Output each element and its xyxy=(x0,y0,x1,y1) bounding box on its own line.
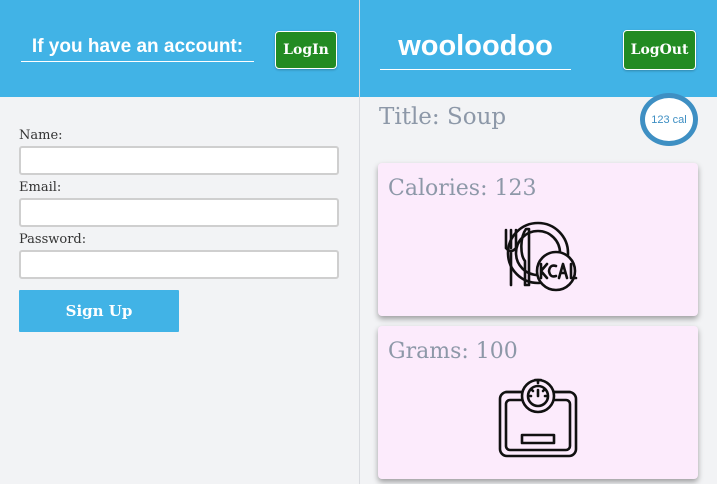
signup-button[interactable]: Sign Up xyxy=(19,290,179,332)
weighing-scale-icon xyxy=(498,378,578,458)
recipe-header: wooloodoo LogOut xyxy=(360,0,717,97)
logout-button[interactable]: LogOut xyxy=(623,30,696,70)
calories-label: Calories: 123 xyxy=(388,176,537,201)
kcal-plate-icon xyxy=(504,221,578,292)
name-field[interactable] xyxy=(19,146,339,175)
recipe-panel: wooloodoo LogOut Title: Soup 123 cal Cal… xyxy=(360,0,717,484)
password-label: Password: xyxy=(19,232,87,247)
signup-panel: If you have an account: LogIn Name: Emai… xyxy=(0,0,359,484)
brand-logo-text: wooloodoo xyxy=(380,26,571,70)
email-field[interactable] xyxy=(19,198,339,227)
signup-form: Name: Email: Password: xyxy=(19,126,339,282)
login-button[interactable]: LogIn xyxy=(275,31,337,69)
signup-header: If you have an account: LogIn xyxy=(0,0,359,97)
email-label: Email: xyxy=(19,180,62,195)
grams-card: Grams: 100 xyxy=(378,326,698,479)
grams-label: Grams: 100 xyxy=(388,339,518,364)
name-label: Name: xyxy=(19,128,63,143)
calories-card: Calories: 123 xyxy=(378,163,698,316)
recipe-title: Title: Soup xyxy=(379,104,507,130)
account-prompt: If you have an account: xyxy=(21,34,254,62)
password-field[interactable] xyxy=(19,250,339,279)
calorie-badge: 123 cal xyxy=(640,93,698,146)
